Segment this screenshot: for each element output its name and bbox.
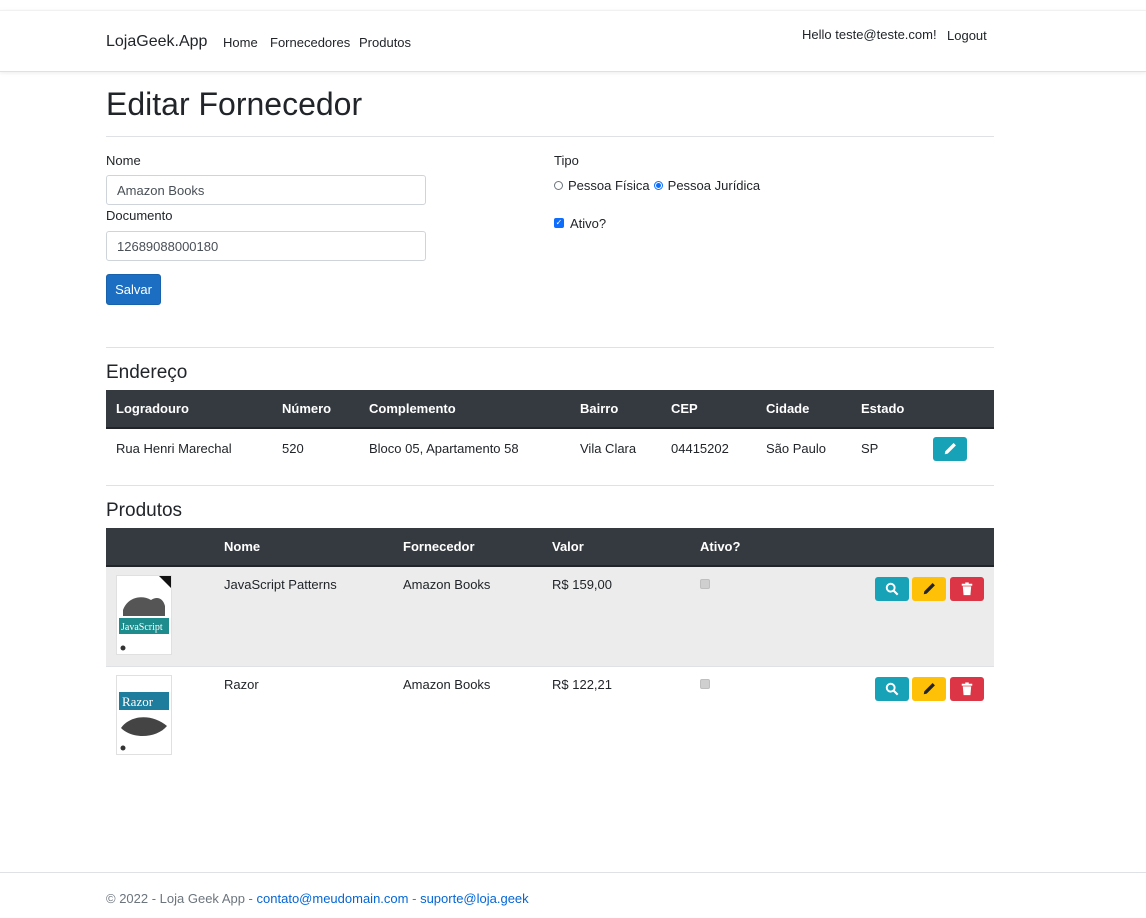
col-fornecedor: Fornecedor — [393, 528, 542, 567]
product-actions-cell — [860, 566, 994, 666]
product-ativo-cell — [690, 566, 860, 666]
col-cep: CEP — [661, 390, 756, 429]
page-title: Editar Fornecedor — [106, 86, 363, 122]
ativo-disabled-checkbox — [700, 678, 710, 689]
col-logradouro: Logradouro — [106, 390, 272, 429]
search-icon — [885, 582, 899, 596]
trash-icon — [961, 681, 973, 695]
col-valor: Valor — [542, 528, 690, 567]
estado-cell: SP — [861, 441, 879, 456]
col-estado: Estado — [851, 390, 927, 429]
navbar: LojaGeek.App Home Fornecedores Produtos … — [0, 10, 1146, 72]
trash-icon — [961, 582, 973, 596]
title-divider — [106, 136, 994, 137]
search-icon — [885, 682, 899, 695]
col-numero: Número — [272, 390, 359, 429]
details-button[interactable] — [874, 577, 909, 601]
tipo-radio-group: Pessoa Física Pessoa Jurídica — [554, 178, 760, 193]
col-complemento: Complemento — [359, 390, 570, 429]
product-actions-cell — [860, 666, 994, 766]
footer-email-suporte-link[interactable]: suporte@loja.geek — [420, 891, 529, 906]
brand-link[interactable]: LojaGeek.App — [106, 33, 207, 51]
book-cover-title: JavaScript — [121, 622, 163, 633]
produtos-header-row: Nome Fornecedor Valor Ativo? — [106, 528, 994, 567]
product-fornecedor-cell: Amazon Books — [403, 676, 491, 692]
product-fornecedor-cell: Amazon Books — [403, 577, 491, 592]
delete-button[interactable] — [950, 676, 984, 701]
product-nome-cell: JavaScript Patterns — [224, 577, 337, 592]
footer-email-contato-link[interactable]: contato@meudomain.com — [257, 891, 409, 906]
documento-input[interactable] — [106, 231, 426, 261]
product-image-cell: JavaScript — [106, 566, 214, 666]
product-image-cell: Razor — [106, 666, 214, 766]
produtos-table: Nome Fornecedor Valor Ativo? JavaScript — [106, 528, 994, 766]
numero-cell: 520 — [282, 441, 304, 456]
footer-copyright: © 2022 - Loja Geek App - — [106, 891, 253, 906]
product-ativo-cell — [690, 666, 860, 766]
delete-button[interactable] — [950, 577, 984, 601]
edit-address-button[interactable] — [933, 437, 967, 461]
details-button[interactable] — [874, 676, 909, 701]
nav-produtos-link[interactable]: Produtos — [359, 35, 411, 50]
product-image: Razor — [116, 674, 172, 755]
pencil-icon — [924, 682, 936, 694]
book-cover-javascript: JavaScript — [117, 576, 171, 654]
nav-home-link[interactable]: Home — [223, 35, 258, 50]
book-cover-title: Razor — [122, 694, 154, 709]
nome-input[interactable] — [106, 175, 426, 205]
bairro-cell: Vila Clara — [580, 441, 637, 456]
book-cover-razor: Razor — [117, 675, 171, 754]
nome-label: Nome — [106, 153, 141, 168]
endereco-row: Rua Henri Marechal 520 Bloco 05, Apartam… — [106, 428, 994, 467]
footer-text: © 2022 - Loja Geek App - contato@meudoma… — [106, 891, 529, 906]
nav-fornecedores-link[interactable]: Fornecedores — [270, 35, 350, 50]
product-image: JavaScript — [116, 575, 172, 655]
endereco-divider — [106, 485, 994, 486]
logradouro-cell: Rua Henri Marechal — [116, 441, 232, 456]
endereco-actions-cell — [927, 428, 994, 467]
cidade-cell: São Paulo — [766, 441, 826, 456]
endereco-header-row: Logradouro Número Complemento Bairro CEP… — [106, 390, 994, 429]
product-valor-cell: R$ 122,21 — [552, 676, 612, 692]
col-nome: Nome — [214, 528, 393, 567]
edit-button[interactable] — [912, 676, 947, 701]
col-image — [106, 528, 214, 567]
save-button[interactable]: Salvar — [106, 274, 161, 305]
produtos-title: Produtos — [106, 500, 183, 521]
col-produto-actions — [860, 528, 994, 567]
user-greeting[interactable]: Hello teste@teste.com! — [802, 27, 937, 42]
logout-link[interactable]: Logout — [947, 28, 987, 43]
pessoa-juridica-label[interactable]: Pessoa Jurídica — [668, 178, 761, 193]
product-nome-cell: Razor — [224, 676, 259, 692]
pessoa-juridica-radio[interactable] — [653, 181, 663, 190]
pencil-icon — [924, 583, 936, 595]
pessoa-fisica-label[interactable]: Pessoa Física — [568, 178, 650, 193]
complemento-cell: Bloco 05, Apartamento 58 — [369, 441, 519, 456]
ativo-checkbox[interactable]: ✓ — [554, 218, 564, 228]
col-bairro: Bairro — [570, 390, 661, 429]
col-cidade: Cidade — [756, 390, 851, 429]
edit-button[interactable] — [912, 577, 947, 601]
pessoa-fisica-radio[interactable] — [554, 181, 563, 190]
col-actions — [927, 390, 994, 429]
documento-label: Documento — [106, 208, 173, 223]
form-divider — [106, 347, 994, 348]
ativo-disabled-checkbox — [700, 579, 710, 589]
col-ativo: Ativo? — [690, 528, 860, 567]
ativo-label[interactable]: Ativo? — [570, 216, 606, 231]
footer: © 2022 - Loja Geek App - contato@meudoma… — [0, 872, 1146, 918]
endereco-title: Endereço — [106, 362, 188, 383]
footer-separator: - — [412, 891, 417, 906]
product-valor-cell: R$ 159,00 — [552, 577, 612, 592]
table-row: JavaScript JavaScript Patterns Amazon Bo… — [106, 566, 994, 666]
pencil-icon — [944, 443, 956, 455]
table-row: Razor Razor Amazon Books R$ 122,21 — [106, 666, 994, 766]
tipo-label: Tipo — [554, 153, 579, 168]
cep-cell: 04415202 — [671, 441, 729, 456]
endereco-table: Logradouro Número Complemento Bairro CEP… — [106, 390, 994, 467]
